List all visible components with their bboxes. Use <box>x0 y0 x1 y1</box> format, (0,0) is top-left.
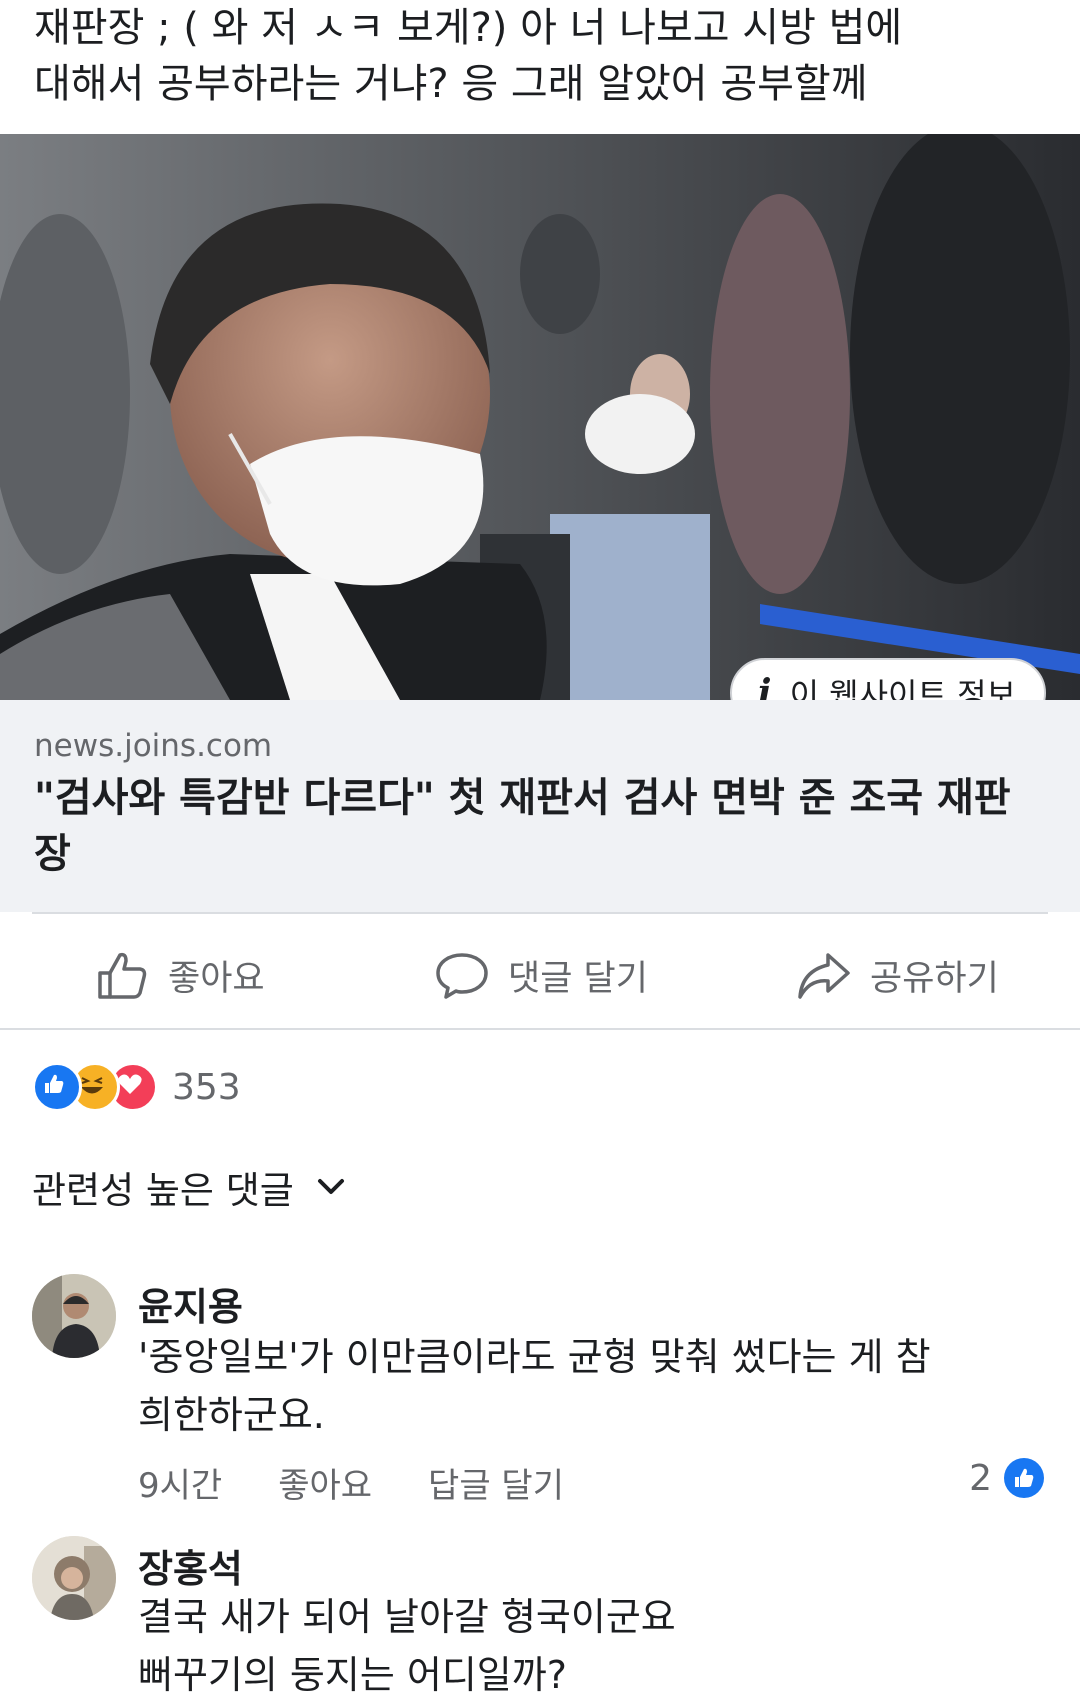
divider <box>0 1028 1080 1030</box>
comment-text: 결국 새가 되어 날아갈 형국이군요 뻐꾸기의 둥지는 어디일까? <box>138 1595 676 1697</box>
speech-bubble-icon <box>436 953 488 999</box>
avatar[interactable] <box>32 1536 116 1620</box>
comment-text: '중앙일보'가 이만큼이라도 균형 맞춰 썼다는 게 참 희한하군요. <box>138 1335 931 1437</box>
share-arrow-icon <box>798 953 850 999</box>
like-button[interactable]: 좋아요 <box>94 920 265 1030</box>
like-label: 좋아요 <box>168 958 265 999</box>
thumbs-up-icon <box>98 952 147 999</box>
link-title[interactable]: "검사와 특감반 다르다" 첫 재판서 검사 면박 준 조국 재판장 <box>34 770 1024 882</box>
comment-label: 댓글 달기 <box>508 958 648 999</box>
avatar[interactable] <box>32 1274 116 1358</box>
like-icon <box>32 1062 82 1112</box>
link-preview-image[interactable] <box>0 134 1080 700</box>
comment-like-number: 2 <box>969 1457 992 1499</box>
share-button[interactable]: 공유하기 <box>796 920 999 1030</box>
comment-timestamp[interactable]: 9시간 <box>138 1458 222 1507</box>
comment-button[interactable]: 댓글 달기 <box>434 920 648 1030</box>
comment-sort-label: 관련성 높은 댓글 <box>32 1169 294 1212</box>
share-label: 공유하기 <box>870 958 999 999</box>
chevron-down-icon <box>317 1179 344 1194</box>
like-icon <box>1004 1458 1044 1498</box>
comment-author[interactable]: 윤지용 <box>138 1276 243 1331</box>
comment-like-button[interactable]: 좋아요 <box>278 1458 372 1507</box>
reaction-summary[interactable]: 353 <box>32 1062 241 1112</box>
comment-author[interactable]: 장홍석 <box>138 1538 243 1593</box>
post-action-bar: 좋아요 댓글 달기 공유하기 <box>0 920 1080 1030</box>
reaction-count: 353 <box>172 1066 241 1108</box>
post-text: 재판장 ; ( 와 저 ㅅㅋ 보게?) 아 너 나보고 시방 법에 대해서 공부… <box>34 5 903 107</box>
comment-sort-dropdown[interactable]: 관련성 높은 댓글 <box>32 1160 346 1214</box>
comment-like-count[interactable]: 2 <box>969 1456 1046 1500</box>
divider <box>32 912 1048 914</box>
news-photo <box>0 134 1080 700</box>
comment-reply-button[interactable]: 답글 달기 <box>428 1458 564 1507</box>
link-domain: news.joins.com <box>34 728 273 764</box>
